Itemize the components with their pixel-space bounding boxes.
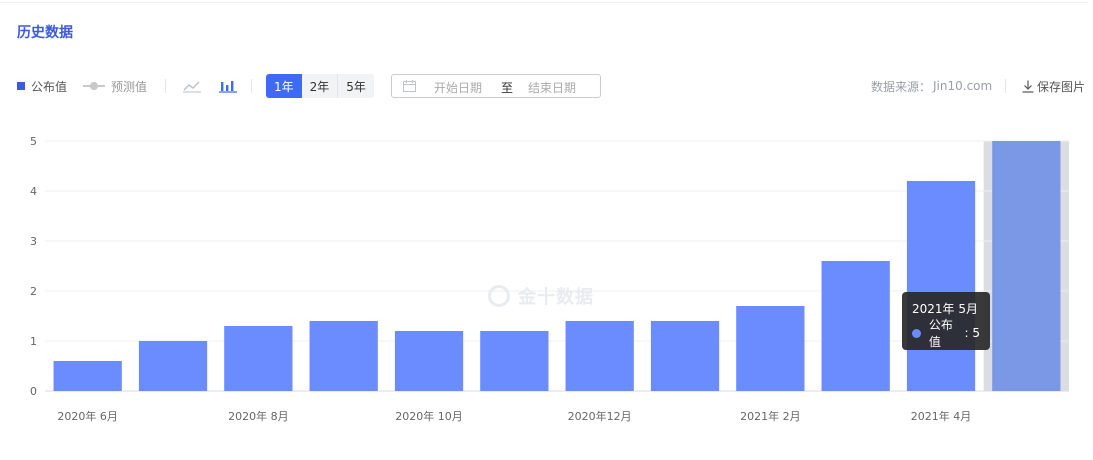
legend-published-label: 公布值 bbox=[31, 79, 68, 94]
toolbar-divider bbox=[1005, 79, 1006, 93]
save-image-label: 保存图片 bbox=[1037, 79, 1086, 94]
date-start-input[interactable]: 开始日期 bbox=[434, 79, 482, 96]
chart-toolbar: 公布值 预测值 1年 2年 5年 开始日期 至 结束日期 数据来源： Jin10… bbox=[17, 74, 1093, 98]
bar bbox=[309, 321, 378, 391]
range-2y-button[interactable]: 2年 bbox=[301, 74, 339, 98]
legend-forecast-label: 预测值 bbox=[111, 79, 148, 94]
bar-chart-icon bbox=[219, 81, 237, 93]
bar bbox=[53, 361, 122, 391]
bar bbox=[565, 321, 634, 391]
date-range-separator: 至 bbox=[501, 81, 514, 95]
toolbar-divider bbox=[251, 79, 252, 93]
tooltip-series-label: 公布值 bbox=[928, 318, 953, 349]
x-tick-label: 2020年 6月 bbox=[57, 409, 118, 423]
line-chart-button[interactable] bbox=[182, 74, 202, 98]
bar bbox=[650, 321, 720, 391]
x-tick-label: 2020年12月 bbox=[568, 409, 632, 423]
bar bbox=[821, 261, 890, 391]
legend-square-icon bbox=[17, 82, 25, 90]
watermark: 金十数据 bbox=[488, 283, 594, 309]
bar bbox=[736, 306, 805, 391]
data-source-value: Jin10.com bbox=[933, 79, 993, 93]
legend-line-marker-icon bbox=[83, 81, 105, 91]
bar bbox=[138, 341, 208, 391]
range-1y-button[interactable]: 1年 bbox=[266, 74, 302, 98]
bar bbox=[224, 326, 293, 391]
legend-published[interactable]: 公布值 bbox=[17, 74, 67, 98]
date-end-input[interactable]: 结束日期 bbox=[528, 79, 576, 96]
line-chart-icon bbox=[183, 81, 201, 93]
calendar-icon bbox=[403, 80, 416, 92]
y-tick-label: 4 bbox=[30, 185, 37, 198]
y-tick-label: 5 bbox=[30, 135, 37, 148]
y-tick-label: 2 bbox=[30, 285, 37, 298]
date-range-picker[interactable]: 开始日期 至 结束日期 bbox=[391, 74, 601, 98]
y-tick-label: 1 bbox=[30, 335, 37, 348]
tooltip-row: 公布值: 5 bbox=[912, 318, 980, 349]
toolbar-divider bbox=[165, 79, 166, 93]
bar bbox=[992, 141, 1061, 391]
save-image-button[interactable]: 保存图片 bbox=[1022, 74, 1085, 98]
range-5y-button[interactable]: 5年 bbox=[338, 74, 374, 98]
y-tick-label: 3 bbox=[30, 235, 37, 248]
watermark-text: 金十数据 bbox=[518, 287, 594, 308]
data-source: 数据来源： Jin10.com bbox=[871, 74, 992, 98]
x-tick-label: 2021年 2月 bbox=[740, 409, 801, 423]
y-tick-label: 0 bbox=[30, 385, 37, 398]
legend-forecast[interactable]: 预测值 bbox=[83, 74, 147, 98]
data-source-label: 数据来源： bbox=[871, 79, 932, 94]
bar bbox=[394, 331, 464, 391]
bar-chart-button[interactable] bbox=[218, 74, 238, 98]
tooltip-series-dot-icon bbox=[912, 328, 921, 338]
chart-tooltip: 2021年 5月 公布值: 5 bbox=[902, 292, 990, 350]
bar bbox=[906, 181, 976, 391]
range-selector: 1年 2年 5年 bbox=[266, 74, 374, 98]
watermark-logo-icon bbox=[488, 285, 510, 307]
top-divider bbox=[0, 2, 1088, 3]
x-tick-label: 2021年 4月 bbox=[911, 409, 972, 423]
x-tick-label: 2020年 8月 bbox=[228, 409, 289, 423]
x-tick-label: 2020年 10月 bbox=[395, 409, 463, 423]
section-title: 历史数据 bbox=[17, 25, 73, 41]
tooltip-value: 5 bbox=[972, 326, 980, 340]
bar bbox=[480, 331, 549, 391]
tooltip-colon: : bbox=[964, 326, 973, 340]
download-icon bbox=[1022, 80, 1034, 93]
